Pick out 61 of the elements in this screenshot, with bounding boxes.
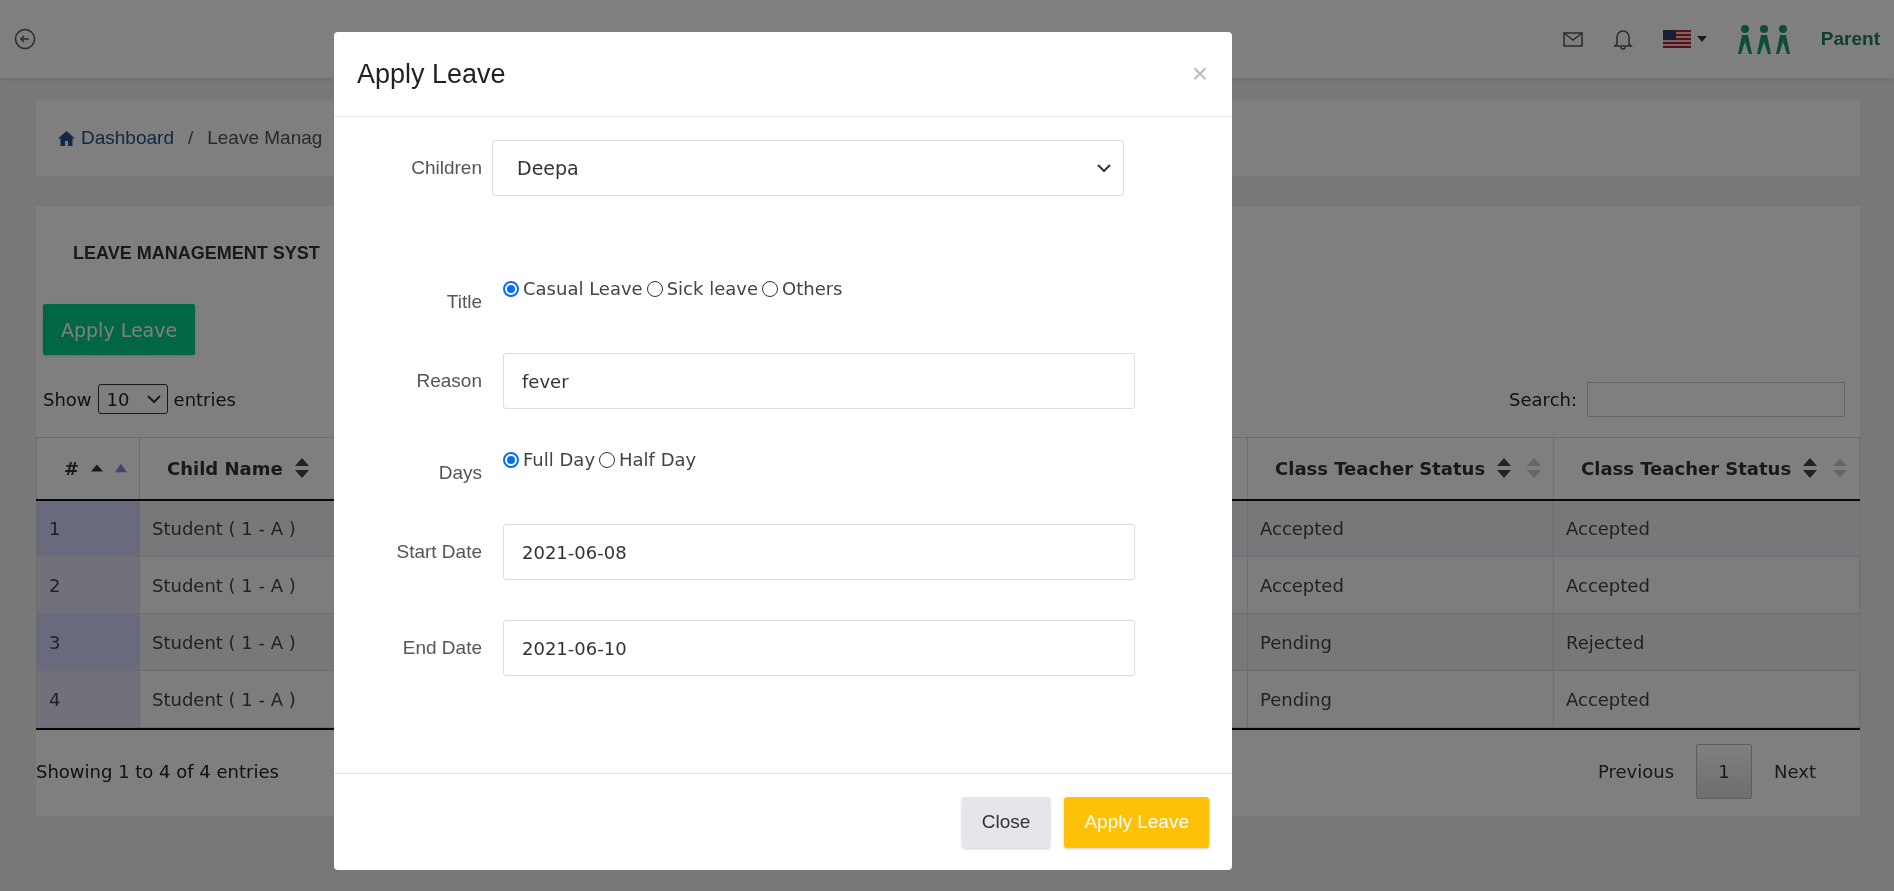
caret-icon: [1097, 163, 1111, 173]
field-label: Days: [437, 461, 482, 484]
bell-icon[interactable]: [1612, 28, 1633, 50]
table-cell: Accepted: [1553, 499, 1860, 557]
children-select[interactable]: Deepa: [492, 140, 1124, 196]
breadcrumb-current: Leave Manag: [207, 127, 323, 149]
input-field[interactable]: 2021-06-10: [503, 620, 1135, 676]
page-button[interactable]: 1: [1696, 744, 1753, 799]
table-cell: 2: [36, 556, 140, 614]
field-label: Reason: [415, 370, 482, 392]
column-header[interactable]: #: [36, 437, 140, 500]
people-logo-icon: [1736, 24, 1791, 54]
radio-label[interactable]: Half Day: [619, 449, 697, 470]
input-field[interactable]: 2021-06-08: [503, 524, 1135, 580]
search-label: Search:: [1509, 388, 1577, 410]
radio-button[interactable]: [503, 451, 519, 468]
modal-title: Apply Leave: [357, 58, 506, 90]
user-name[interactable]: Parent: [1820, 28, 1880, 50]
table-cell: Accepted: [1247, 499, 1554, 557]
radio-label[interactable]: Casual Leave: [523, 278, 643, 299]
caret-icon[interactable]: [1696, 36, 1707, 42]
table-cell: 3: [36, 613, 140, 671]
table-info: Showing 1 to 4 of 4 entries: [36, 761, 279, 782]
breadcrumb-link[interactable]: Dashboard: [58, 127, 174, 149]
back-icon[interactable]: [14, 28, 36, 50]
column-header[interactable]: Class Teacher Status: [1553, 437, 1860, 500]
breadcrumb-separator: /: [187, 127, 194, 149]
table-cell: Accepted: [1553, 670, 1860, 728]
search-field[interactable]: [1587, 381, 1845, 417]
table-cell: Rejected: [1553, 613, 1860, 671]
table-cell: 4: [36, 670, 140, 728]
sort-icon[interactable]: [1803, 458, 1818, 479]
entries-label: entries: [173, 388, 236, 410]
table-cell: Accepted: [1247, 556, 1554, 614]
radio-label[interactable]: Sick leave: [666, 278, 758, 299]
flag-icon[interactable]: [1662, 30, 1691, 48]
previous-link[interactable]: Previous: [1576, 761, 1697, 782]
table-cell: Accepted: [1553, 556, 1860, 614]
table-cell: Pending: [1247, 613, 1554, 671]
field-label: End Date: [401, 637, 482, 659]
input-field[interactable]: fever: [503, 353, 1135, 409]
radio-label[interactable]: Others: [782, 278, 843, 299]
field-label: Children: [410, 157, 482, 179]
table-cell: Pending: [1247, 670, 1554, 728]
caret-icon: [146, 394, 161, 404]
sort-up-icon[interactable]: [115, 463, 127, 474]
next-link[interactable]: Next: [1752, 761, 1838, 782]
table-cell: 1: [36, 499, 140, 557]
close-button[interactable]: Close: [961, 796, 1051, 848]
field-label: Title: [445, 290, 482, 313]
entries-select[interactable]: 10: [97, 384, 168, 414]
panel-heading: LEAVE MANAGEMENT SYST: [72, 242, 321, 264]
sort-icon[interactable]: [1497, 458, 1512, 479]
column-header[interactable]: Class Teacher Status: [1247, 437, 1554, 500]
radio-button[interactable]: [503, 280, 519, 297]
home-icon: [58, 130, 75, 146]
sort-up-icon[interactable]: [91, 464, 104, 473]
radio-label[interactable]: Full Day: [523, 449, 596, 470]
sort-icon[interactable]: [294, 458, 309, 479]
show-label: Show: [43, 388, 92, 410]
mail-icon[interactable]: [1562, 31, 1583, 47]
